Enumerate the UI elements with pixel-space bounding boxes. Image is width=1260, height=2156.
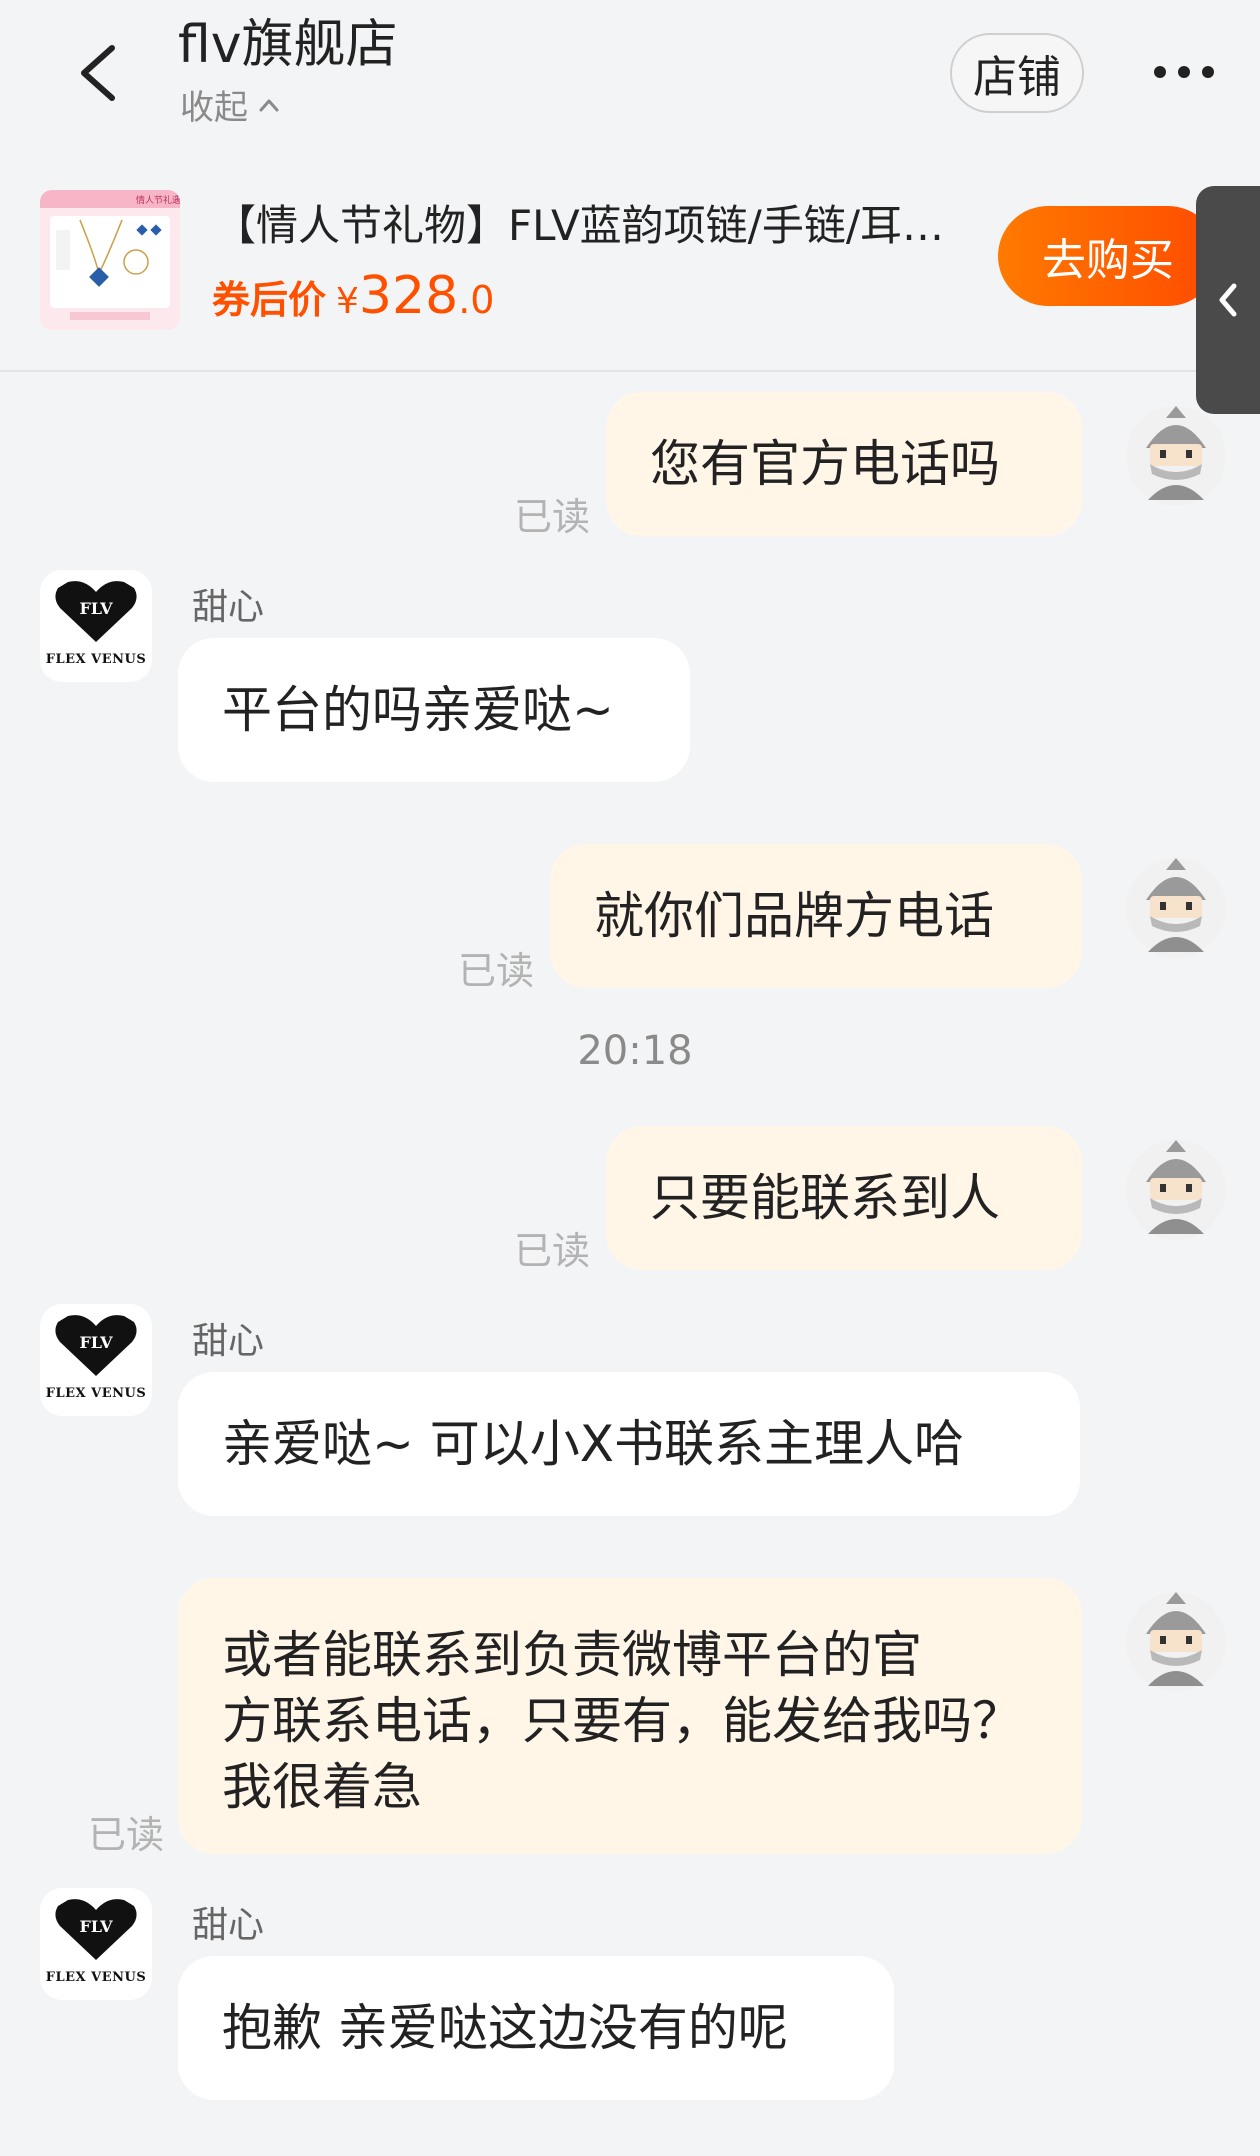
product-card[interactable]: 情人节礼遇 【情人节礼物】FLV蓝韵项链/手链/耳… 券后价 ¥ 328 .0 … bbox=[0, 176, 1260, 372]
message-bubble[interactable]: 或者能联系到负责微博平台的官 方联系电话，只要有，能发给我吗？ 我很着急 bbox=[178, 1578, 1082, 1854]
message-text: 只要能联系到人 bbox=[650, 1169, 1000, 1227]
message-bubble[interactable]: 就你们品牌方电话 bbox=[550, 844, 1082, 988]
brand-caption: FLEX VENUS bbox=[45, 652, 147, 667]
price-currency: ¥ bbox=[336, 281, 359, 322]
message-line: 或者能联系到负责微博平台的官 bbox=[222, 1626, 922, 1684]
time-separator: 20:18 bbox=[577, 1028, 693, 1074]
collapse-label: 收起 bbox=[180, 88, 248, 128]
heart-logo-icon: FLV bbox=[55, 1899, 137, 1960]
price-decimal: .0 bbox=[458, 278, 495, 322]
shop-avatar[interactable]: FLV FLEX VENUS bbox=[40, 1304, 152, 1416]
product-title[interactable]: 【情人节礼物】FLV蓝韵项链/手链/耳… bbox=[214, 192, 994, 253]
thumb-banner-text: 情人节礼遇 bbox=[136, 194, 180, 206]
logo-text: FLV bbox=[79, 599, 113, 618]
message-bubble[interactable]: 亲爱哒~ 可以小X书联系主理人哈 bbox=[178, 1372, 1080, 1516]
message-line: 我很着急 bbox=[222, 1758, 422, 1816]
sender-name: 甜心 bbox=[192, 1905, 265, 1946]
sender-name: 甜心 bbox=[192, 1321, 265, 1362]
heart-logo-icon: FLV bbox=[55, 1315, 137, 1376]
price-value: 328 bbox=[358, 266, 459, 326]
shop-name[interactable]: flv旗舰店 bbox=[178, 2, 398, 77]
product-image: 情人节礼遇 bbox=[40, 190, 180, 330]
user-avatar[interactable] bbox=[1124, 404, 1228, 508]
user-avatar[interactable] bbox=[1124, 856, 1228, 960]
brand-caption: FLEX VENUS bbox=[45, 1970, 147, 1985]
chevron-left-icon bbox=[1219, 283, 1237, 317]
price-row: 券后价 ¥ 328 .0 bbox=[212, 266, 494, 326]
message-bubble[interactable]: 抱歉 亲爱哒这边没有的呢 bbox=[178, 1956, 894, 2100]
logo-text: FLV bbox=[79, 1333, 113, 1352]
message-text: 亲爱哒~ 可以小X书联系主理人哈 bbox=[222, 1415, 965, 1473]
read-receipt: 已读 bbox=[514, 495, 591, 539]
read-receipt: 已读 bbox=[514, 1229, 591, 1273]
message-text: 您有官方电话吗 bbox=[650, 435, 1000, 493]
collapse-toggle[interactable]: 收起 bbox=[180, 80, 280, 129]
read-receipt: 已读 bbox=[88, 1813, 165, 1857]
message-bubble[interactable]: 您有官方电话吗 bbox=[606, 392, 1082, 536]
user-avatar[interactable] bbox=[1124, 1590, 1228, 1694]
heart-logo-icon: FLV bbox=[55, 581, 137, 642]
message-text: 抱歉 亲爱哒这边没有的呢 bbox=[222, 1999, 788, 2057]
product-thumbnail[interactable]: 情人节礼遇 bbox=[40, 190, 180, 330]
side-drawer-tab[interactable] bbox=[1196, 186, 1260, 414]
read-receipt: 已读 bbox=[458, 949, 535, 993]
user-avatar[interactable] bbox=[1124, 1138, 1228, 1242]
message-bubble[interactable]: 只要能联系到人 bbox=[606, 1126, 1082, 1270]
chevron-up-icon bbox=[259, 99, 279, 111]
message-text: 平台的吗亲爱哒~ bbox=[222, 681, 614, 739]
buy-button[interactable]: 去购买 bbox=[998, 206, 1218, 306]
store-button[interactable]: 店铺 bbox=[950, 33, 1084, 113]
top-bar: flv旗舰店 收起 店铺 bbox=[0, 0, 1260, 160]
message-bubble[interactable]: 平台的吗亲爱哒~ bbox=[178, 638, 690, 782]
more-icon[interactable] bbox=[1152, 62, 1216, 82]
message-line: 方联系电话，只要有，能发给我吗？ bbox=[222, 1692, 1022, 1750]
brand-caption: FLEX VENUS bbox=[45, 1386, 147, 1401]
shop-avatar[interactable]: FLV FLEX VENUS bbox=[40, 1888, 152, 2000]
logo-text: FLV bbox=[79, 1917, 113, 1936]
message-text: 就你们品牌方电话 bbox=[594, 887, 994, 945]
sender-name: 甜心 bbox=[192, 587, 265, 628]
price-label: 券后价 bbox=[212, 278, 327, 322]
back-arrow-icon[interactable] bbox=[72, 42, 124, 104]
shop-avatar[interactable]: FLV FLEX VENUS bbox=[40, 570, 152, 682]
